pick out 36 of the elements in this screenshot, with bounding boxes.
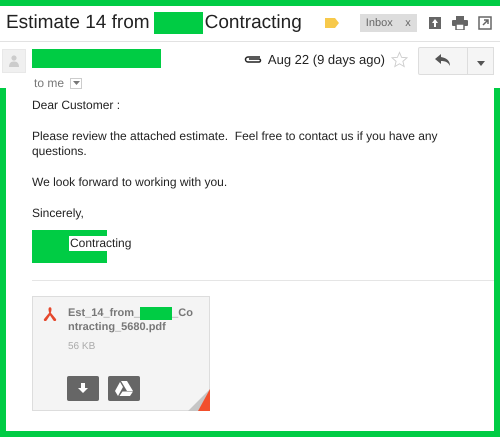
body-paragraph: Sincerely, [32, 206, 85, 221]
archive-icon[interactable] [428, 16, 442, 30]
subject-text: Contracting [204, 12, 302, 34]
file-size-text: 56 KB [68, 340, 96, 354]
redaction-block [140, 306, 172, 320]
signature-text: Contracting [69, 236, 132, 251]
more-button[interactable] [468, 47, 494, 75]
pdf-icon [42, 307, 58, 321]
recipient-text: to me [34, 76, 64, 90]
date-text: Aug 22 (9 days ago) [268, 52, 385, 67]
attachment-card[interactable]: Est_14_from_ _Co ntracting_5680.pdf 56 KB [32, 296, 210, 411]
paperclip-icon [244, 54, 262, 64]
file-name-text: _Co [172, 306, 193, 320]
caret-icon [72, 81, 80, 85]
new-window-icon[interactable] [478, 16, 492, 30]
body-paragraph: We look forward to working with you. [32, 175, 228, 190]
download-icon [78, 383, 88, 394]
star-icon[interactable] [391, 51, 408, 68]
body-paragraph: Please review the attached estimate. Feel free to contact us if you have any questions. [32, 129, 439, 159]
label-text: Inbox [366, 17, 393, 29]
caret-icon [476, 60, 484, 66]
print-icon[interactable] [452, 16, 468, 30]
remove-label-button[interactable]: x [405, 17, 411, 29]
reply-icon [435, 54, 451, 66]
file-name-text: Est_14_from_ [68, 306, 140, 320]
redaction-block [154, 12, 203, 34]
person-icon [9, 55, 19, 67]
details-dropdown-button[interactable] [70, 78, 82, 88]
download-button[interactable] [67, 376, 99, 401]
reply-button[interactable] [418, 47, 468, 75]
subject-text: Estimate 14 from [6, 12, 150, 34]
file-name-text: ntracting_5680.pdf [68, 320, 167, 334]
body-paragraph: Dear Customer : [32, 98, 122, 113]
drive-button[interactable] [108, 376, 140, 401]
page-fold-icon [188, 389, 210, 411]
drive-icon [115, 381, 133, 396]
